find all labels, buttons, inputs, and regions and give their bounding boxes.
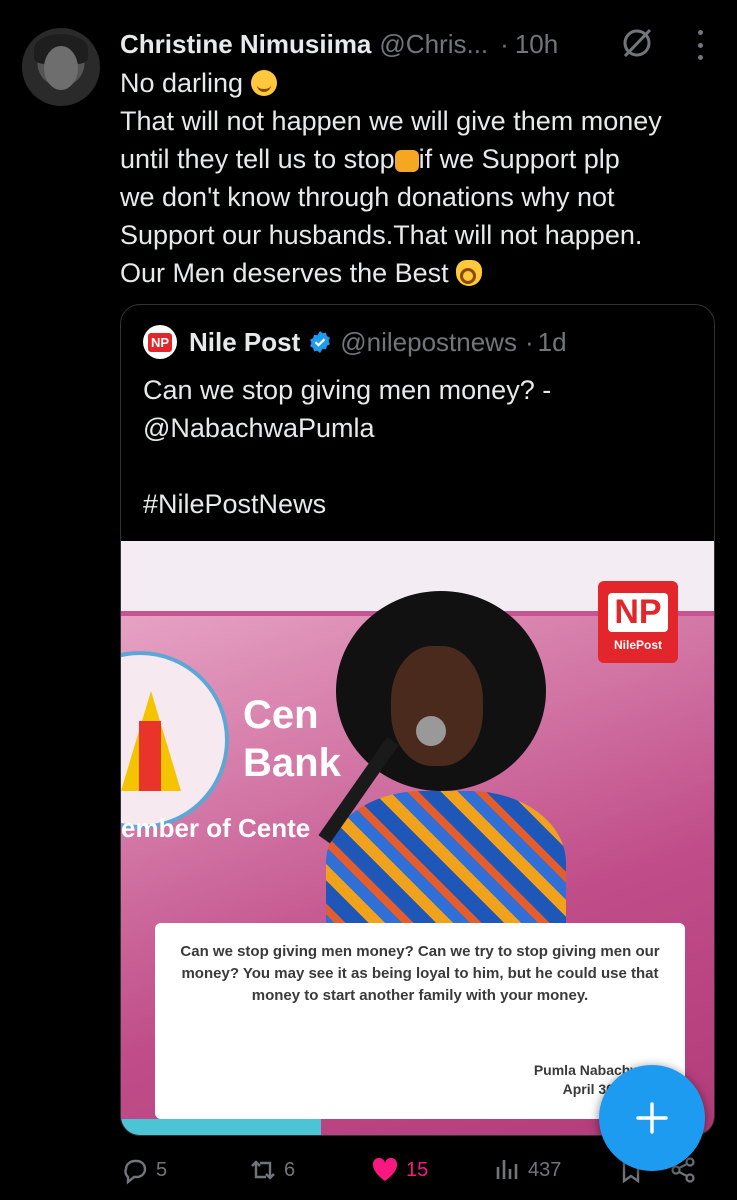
- avatar-face: [44, 46, 78, 90]
- reply-button[interactable]: 5: [120, 1150, 167, 1190]
- tweet-line-4: if we Support plp: [418, 144, 620, 174]
- quote-hashtag[interactable]: #NilePostNews: [143, 485, 693, 523]
- more-icon[interactable]: [690, 30, 710, 60]
- tweet-line-1: No darling: [120, 68, 244, 98]
- nilepost-avatar-text: NP: [147, 332, 173, 352]
- smiling-face-icon: [250, 70, 277, 96]
- quoted-tweet[interactable]: NP Nile Post @nilepostnews · 1d Can we s…: [120, 304, 715, 1136]
- nilepost-avatar[interactable]: NP: [143, 325, 177, 359]
- tweet-header: Christine Nimusiima @Chris... · 10h: [120, 28, 558, 60]
- quote-image[interactable]: Cen Bank ember of Cente NP NilePost Can …: [121, 541, 714, 1135]
- tweet-line-2: That will not happen we will give them m…: [120, 106, 662, 136]
- speaker-photo: [306, 591, 606, 971]
- quote-author-handle[interactable]: @nilepostnews: [340, 327, 517, 358]
- grok-icon[interactable]: [620, 26, 654, 60]
- like-icon: [372, 1157, 398, 1181]
- author-avatar[interactable]: [22, 28, 100, 106]
- quote-author-name[interactable]: Nile Post: [189, 327, 300, 358]
- views-icon: [496, 1160, 518, 1179]
- author-handle[interactable]: @Chris...: [379, 29, 488, 60]
- ok-hand-icon: [456, 260, 483, 286]
- verified-icon: [310, 331, 331, 353]
- compose-button[interactable]: [599, 1065, 705, 1171]
- tweet-line-5: we don't know through donations why not: [120, 182, 615, 212]
- quote-separator: ·: [524, 326, 534, 357]
- author-name[interactable]: Christine Nimusiima: [120, 29, 371, 60]
- tweet-text: No darling That will not happen we will …: [120, 64, 720, 292]
- quote-text: Can we stop giving men money? - @Nabachw…: [143, 371, 693, 523]
- quote-caption-card: Can we stop giving men money? Can we try…: [155, 923, 685, 1119]
- bank-logo-stripe: [139, 721, 161, 791]
- repost-count: 6: [284, 1158, 296, 1181]
- nilepost-logo-mark: NP: [608, 592, 668, 632]
- views-count: 437: [528, 1158, 562, 1181]
- like-count: 15: [406, 1158, 429, 1181]
- speaker-face: [391, 646, 483, 766]
- reply-icon: [124, 1159, 147, 1185]
- quote-header: NP Nile Post @nilepostnews · 1d: [143, 325, 567, 359]
- nilepost-logo-label: NilePost: [613, 637, 662, 652]
- reply-count: 5: [156, 1158, 168, 1181]
- fist-icon: [394, 150, 419, 172]
- repost-button[interactable]: 6: [248, 1150, 295, 1190]
- repost-icon: [251, 1160, 275, 1180]
- tweet-line-7: Our Men deserves the Best: [120, 258, 449, 288]
- tweet-line-3: until they tell us to stop: [120, 144, 395, 174]
- quote-time[interactable]: 1d: [538, 327, 567, 358]
- caption-text: Can we stop giving men money? Can we try…: [180, 943, 660, 1004]
- like-button[interactable]: 15: [370, 1150, 428, 1190]
- quote-mention[interactable]: @NabachwaPumla: [143, 409, 693, 447]
- views-button[interactable]: 437: [492, 1150, 561, 1190]
- teal-stripe: [121, 1119, 321, 1135]
- tweet-line-6: Support our husbands.That will not happe…: [120, 220, 643, 250]
- quote-text-line-1: Can we stop giving men money? -: [143, 375, 552, 405]
- tweet-time[interactable]: 10h: [515, 29, 558, 60]
- nilepost-logo: NP NilePost: [598, 581, 678, 663]
- separator-dot: ·: [500, 28, 509, 59]
- member-sign: ember of Cente: [121, 813, 311, 843]
- microphone-icon: [416, 716, 446, 746]
- compose-icon: [636, 1102, 668, 1134]
